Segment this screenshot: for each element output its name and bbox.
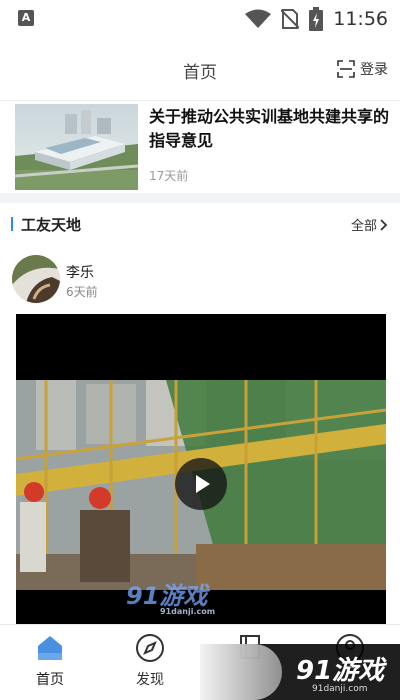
tab-discover-label: 发现 — [136, 672, 164, 688]
compass-icon — [135, 633, 165, 663]
section-header: 工友天地 全部 — [0, 203, 400, 243]
post-time: 6天前 — [66, 285, 98, 299]
wifi-icon — [245, 9, 272, 28]
corner-watermark: 91游戏 91danji.com — [200, 644, 400, 700]
play-button[interactable] — [175, 458, 227, 510]
tab-home[interactable]: 首页 — [10, 633, 90, 689]
clock: 11:56 — [333, 8, 388, 30]
no-sim-icon — [281, 9, 300, 29]
article-date: 17天前 — [149, 169, 189, 183]
status-icons: 11:56 — [245, 6, 388, 32]
battery-charging-icon — [309, 7, 324, 31]
top-navigation-bar: 首页 登录 — [0, 38, 400, 100]
watermark-subtext: 91danji.com — [312, 684, 368, 694]
watermark-logo-icon — [200, 644, 282, 700]
video-player[interactable]: 91游戏 91danji.com — [16, 314, 386, 624]
post-author[interactable]: 李乐 6天前 — [0, 255, 400, 307]
post-author-name[interactable]: 李乐 — [66, 262, 94, 282]
login-label: 登录 — [360, 62, 388, 78]
view-all-label: 全部 — [350, 219, 377, 234]
section-gap — [0, 193, 400, 203]
view-all-link[interactable]: 全部 — [351, 215, 388, 234]
news-article-card[interactable]: 关于推动公共实训基地共建共享的指导意见 17天前 — [0, 101, 400, 193]
avatar[interactable] — [12, 255, 60, 303]
section-accent-bar — [11, 217, 13, 231]
watermark-text: 91游戏 — [296, 656, 385, 686]
video-watermark: 91游戏 91danji.com — [126, 582, 216, 616]
tab-home-label: 首页 — [36, 672, 64, 688]
scan-icon — [337, 60, 355, 78]
article-thumbnail — [15, 104, 138, 190]
section-title: 工友天地 — [21, 216, 82, 234]
tab-discover[interactable]: 发现 — [110, 633, 190, 689]
article-title[interactable]: 关于推动公共实训基地共建共享的指导意见 — [149, 105, 389, 153]
status-bar: A 11:56 — [0, 0, 400, 38]
login-button[interactable]: 登录 — [337, 59, 388, 79]
app-notification-icon: A — [18, 10, 34, 26]
chevron-right-icon — [380, 218, 388, 231]
home-icon — [35, 633, 65, 663]
